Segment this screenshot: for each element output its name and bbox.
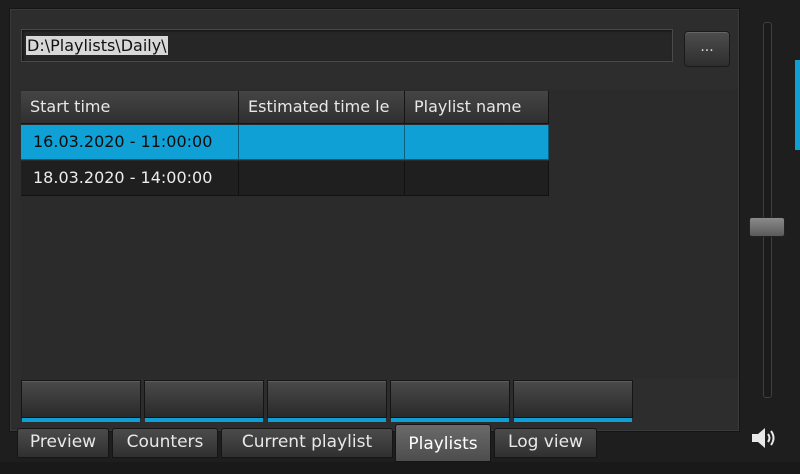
tab-current-playlist[interactable]: Current playlist: [221, 428, 393, 458]
tab-preview[interactable]: Preview: [17, 428, 109, 458]
start-time-cell: 18.03.2020 - 14:00:00: [21, 161, 239, 196]
side-accent-bar: [795, 60, 800, 150]
app-frame: D:\Playlists\Daily\ ... Start time Estim…: [0, 0, 800, 474]
table-row[interactable]: 18.03.2020 - 14:00:00: [21, 161, 549, 196]
browse-button[interactable]: ...: [684, 31, 730, 67]
playlist-name-cell: [405, 161, 549, 196]
table-row[interactable]: 16.03.2020 - 11:00:00: [21, 125, 549, 160]
tab-log-view[interactable]: Log view: [494, 428, 597, 458]
column-header-estimated-time[interactable]: Estimated time le: [239, 91, 405, 124]
tab-counters[interactable]: Counters: [112, 428, 218, 458]
action-button-4[interactable]: [390, 380, 510, 422]
tab-playlists[interactable]: Playlists: [395, 424, 491, 462]
action-button-5[interactable]: [513, 380, 633, 422]
action-button-3[interactable]: [267, 380, 387, 422]
estimated-time-cell: [239, 161, 405, 196]
volume-slider-track[interactable]: [763, 22, 772, 398]
playlist-folder-path-input[interactable]: D:\Playlists\Daily\: [21, 29, 673, 62]
path-value: D:\Playlists\Daily\: [26, 36, 168, 55]
volume-slider-thumb[interactable]: [749, 217, 785, 237]
start-time-cell: 16.03.2020 - 11:00:00: [21, 125, 239, 160]
action-button-2[interactable]: [144, 380, 264, 422]
playlist-name-cell: [405, 125, 549, 160]
column-header-start-time[interactable]: Start time: [21, 91, 239, 124]
estimated-time-cell: [239, 125, 405, 160]
column-header-playlist-name[interactable]: Playlist name: [405, 91, 549, 124]
action-button-1[interactable]: [21, 380, 141, 422]
speaker-icon[interactable]: [750, 426, 780, 450]
bottom-strip: [0, 462, 800, 474]
